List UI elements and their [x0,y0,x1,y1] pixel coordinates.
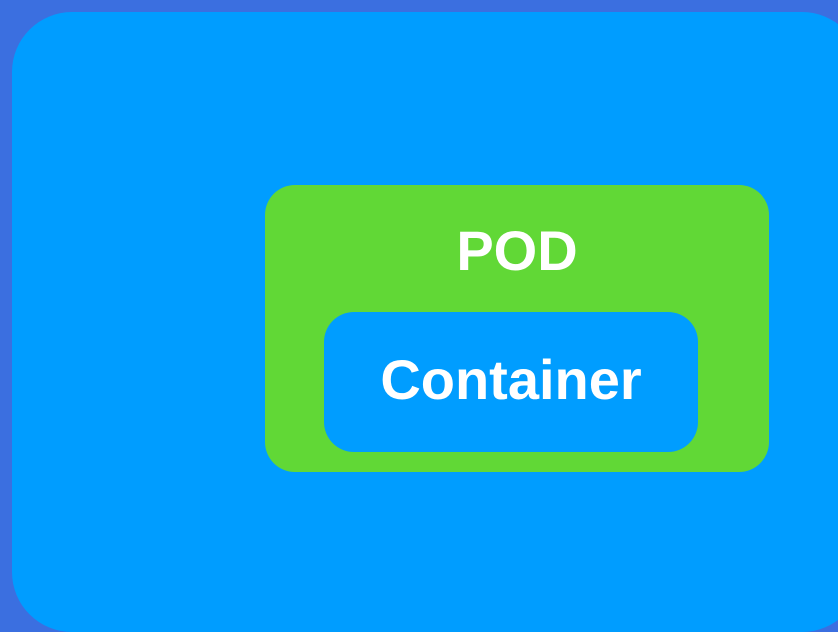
container-box: Container [324,312,698,452]
pod-label: POD [456,219,578,282]
diagram-canvas: POD Container [0,0,838,632]
container-label: Container [380,348,642,411]
pod-box: POD Container [265,185,769,472]
